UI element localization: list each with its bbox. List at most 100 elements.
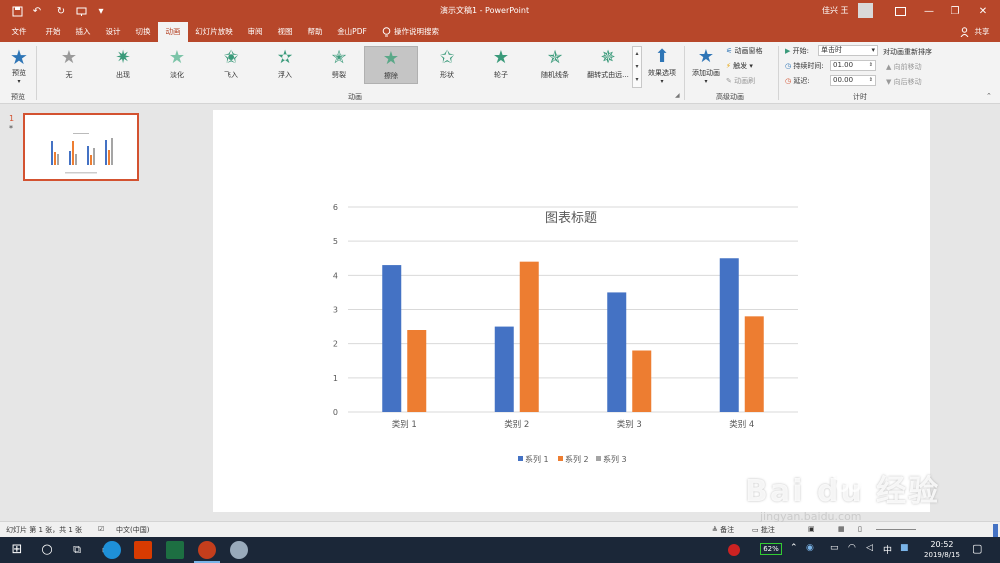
- scroll-down-icon[interactable]: ▾: [633, 60, 641, 73]
- animation-appear[interactable]: ✷ 出现: [94, 46, 152, 84]
- slideshow-icon[interactable]: [74, 4, 88, 18]
- share-icon[interactable]: [958, 22, 970, 42]
- user-name[interactable]: 佳兴 王: [822, 5, 849, 16]
- tab-review[interactable]: 审阅: [240, 22, 270, 42]
- notes-button[interactable]: ≜ 备注: [712, 525, 734, 535]
- battery-icon[interactable]: ▭: [830, 543, 839, 553]
- duration-input[interactable]: 01.00 ⇕: [830, 60, 876, 71]
- animation-random-bars[interactable]: ✯ 随机线条: [526, 46, 584, 84]
- app-icon[interactable]: [230, 541, 248, 559]
- bar-series1-category4[interactable]: [719, 258, 739, 412]
- ribbon-display-icon[interactable]: [893, 4, 907, 18]
- effect-options-button[interactable]: ⬆ 效果选项 ▾: [644, 46, 680, 90]
- bar-series1-category2[interactable]: [494, 326, 514, 412]
- tab-kingsoft-pdf[interactable]: 金山PDF: [332, 22, 372, 42]
- tab-home[interactable]: 开始: [38, 22, 68, 42]
- animation-float-in[interactable]: ✫ 浮入: [256, 46, 314, 84]
- tab-design[interactable]: 设计: [98, 22, 128, 42]
- powerpoint-icon[interactable]: [198, 541, 216, 559]
- sorter-view-icon[interactable]: ▦: [838, 525, 845, 533]
- bar-series2-category4[interactable]: [744, 316, 764, 412]
- bar-series1-category3[interactable]: [607, 292, 627, 412]
- close-icon[interactable]: ✕: [976, 4, 990, 18]
- reading-view-icon[interactable]: ▯: [858, 525, 862, 533]
- bar-series2-category3[interactable]: [632, 350, 652, 413]
- windows-start-icon[interactable]: ⊞: [8, 541, 26, 559]
- animation-label: 翻转式由远...: [587, 71, 629, 79]
- dialog-launcher-icon[interactable]: ◢: [675, 92, 680, 99]
- collapse-ribbon-icon[interactable]: ⌃: [986, 92, 992, 100]
- customize-icon[interactable]: ▾: [94, 4, 108, 18]
- tab-file[interactable]: 文件: [4, 22, 34, 42]
- legend-item[interactable]: 系列 3: [603, 454, 627, 464]
- bar-chart[interactable]: 0 1 2 3 4 5 6 类别 1 类别 2 类别 3 类别 4 图表标题 系列 1 系列 2 系列…: [213, 110, 930, 512]
- animation-gallery: ★ 无 ✷ 出现 ★ 淡化 ✬ 飞入 ✫ 浮入 ✭ 劈裂 ★ 擦除 ✩ 形状 ★ 轮子 ✯ 随机线条…: [40, 42, 644, 92]
- restore-icon[interactable]: ❐: [948, 4, 962, 18]
- bar-series2-category2[interactable]: [519, 261, 539, 412]
- tab-transitions[interactable]: 切换: [128, 22, 158, 42]
- minimize-icon[interactable]: —: [922, 4, 936, 18]
- shield-icon[interactable]: ■: [900, 543, 909, 553]
- volume-icon[interactable]: ◁: [866, 543, 873, 553]
- normal-view-icon[interactable]: ▣: [808, 525, 815, 533]
- spinner-icon[interactable]: ⇕: [869, 61, 875, 70]
- animation-none[interactable]: ★ 无: [40, 46, 98, 84]
- slide-count: 幻灯片 第 1 张，共 1 张: [6, 526, 83, 534]
- tab-view[interactable]: 视图: [270, 22, 300, 42]
- slide-canvas[interactable]: 0 1 2 3 4 5 6 类别 1 类别 2 类别 3 类别 4 图表标题 系列 1 系列 2 系列…: [213, 110, 930, 512]
- legend-swatch: [596, 456, 601, 461]
- preview-button[interactable]: ★ 预览 ▾: [6, 46, 32, 90]
- search-icon[interactable]: ○: [38, 541, 56, 559]
- language[interactable]: 中文(中国): [116, 525, 149, 535]
- share-button[interactable]: 共享: [970, 22, 994, 42]
- trigger-button[interactable]: ⚡ 触发 ▾: [726, 61, 753, 71]
- office-icon[interactable]: [134, 541, 152, 559]
- task-view-icon[interactable]: ⧉: [68, 541, 86, 559]
- tab-insert[interactable]: 插入: [68, 22, 98, 42]
- tab-help[interactable]: 帮助: [300, 22, 330, 42]
- clock-date[interactable]: 2019/8/15: [918, 551, 966, 559]
- start-select[interactable]: 单击时 ▾: [818, 45, 878, 56]
- animation-fade[interactable]: ★ 淡化: [148, 46, 206, 84]
- undo-icon[interactable]: ↶: [30, 4, 44, 18]
- chevron-up-icon[interactable]: ⌃: [790, 543, 798, 553]
- slide-thumbnail[interactable]: [23, 113, 139, 181]
- redo-icon[interactable]: ↻: [54, 4, 68, 18]
- tray-icon[interactable]: ◉: [806, 543, 814, 553]
- add-animation-button[interactable]: ★ 添加动画 ▾: [688, 46, 724, 90]
- scroll-up-icon[interactable]: ▴: [633, 47, 641, 60]
- spinner-icon[interactable]: ⇕: [869, 76, 875, 85]
- avatar[interactable]: [858, 3, 873, 18]
- animation-wipe[interactable]: ★ 擦除: [364, 46, 418, 84]
- animation-pane-button[interactable]: ⚟ 动画窗格: [726, 46, 763, 56]
- battery-indicator[interactable]: 62%: [760, 543, 782, 555]
- zoom-slider[interactable]: [876, 529, 916, 530]
- comments-button[interactable]: ▭ 批注: [752, 525, 775, 535]
- tell-me-search[interactable]: 操作说明搜索: [394, 22, 450, 42]
- excel-icon[interactable]: [166, 541, 184, 559]
- wifi-icon[interactable]: ◠: [848, 543, 856, 553]
- chart-title[interactable]: 图表标题: [545, 211, 597, 226]
- browser-icon[interactable]: [103, 541, 121, 559]
- bar-series2-category1[interactable]: [407, 330, 427, 412]
- save-icon[interactable]: [10, 4, 24, 18]
- animation-fly-in[interactable]: ✬ 飞入: [202, 46, 260, 84]
- y-tick-label: 5: [333, 237, 338, 246]
- animation-grow-turn[interactable]: ✵ 翻转式由远...: [580, 46, 636, 84]
- bar-series1-category1[interactable]: [382, 265, 402, 412]
- gallery-scroll[interactable]: ▴ ▾ ▾: [632, 46, 642, 88]
- animation-shape[interactable]: ✩ 形状: [418, 46, 476, 84]
- legend-item[interactable]: 系列 1: [525, 454, 549, 464]
- animation-wheel[interactable]: ★ 轮子: [472, 46, 530, 84]
- clock-time[interactable]: 20:52: [922, 540, 962, 549]
- tab-animations[interactable]: 动画: [158, 22, 188, 43]
- ime-indicator[interactable]: 中: [883, 543, 892, 556]
- gallery-more-icon[interactable]: ▾: [633, 73, 641, 86]
- delay-input[interactable]: 00.00 ⇕: [830, 75, 876, 86]
- animation-split[interactable]: ✭ 劈裂: [310, 46, 368, 84]
- spellcheck-icon[interactable]: ☑: [98, 525, 104, 533]
- tab-slideshow[interactable]: 幻灯片放映: [190, 22, 238, 42]
- legend-item[interactable]: 系列 2: [565, 454, 589, 464]
- tray-app-icon[interactable]: [728, 544, 740, 556]
- notification-icon[interactable]: ▢: [972, 542, 982, 555]
